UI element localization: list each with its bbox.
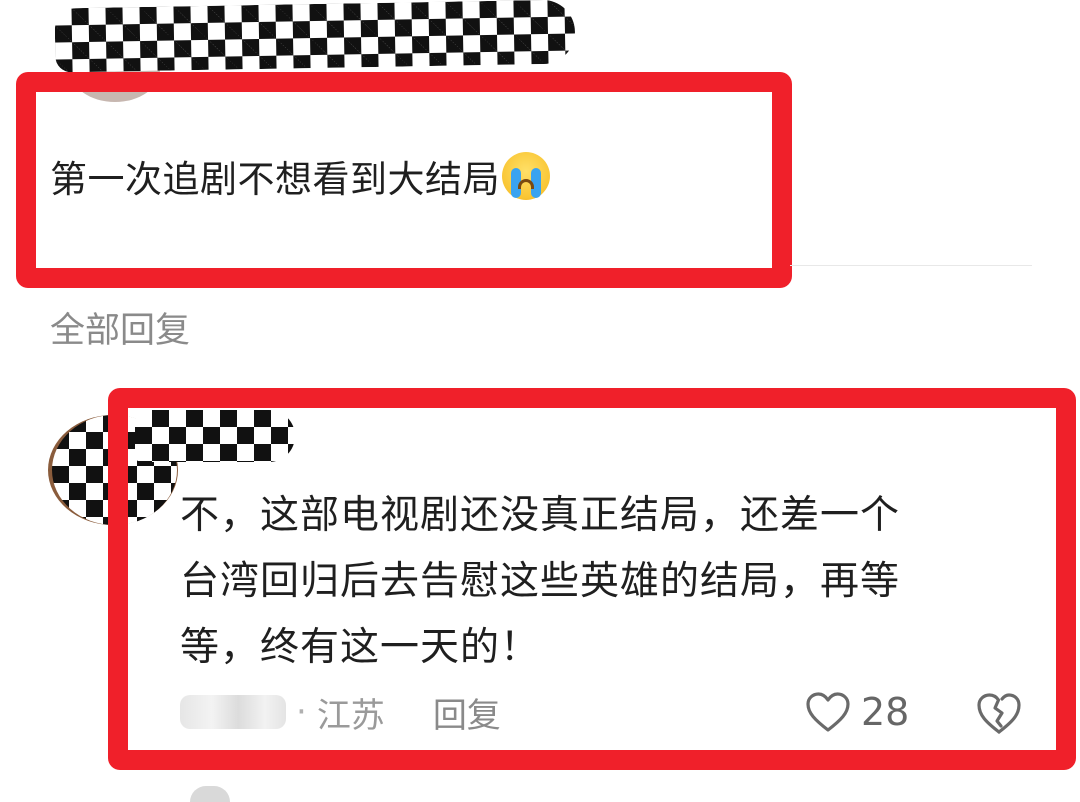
redacted-username-mask bbox=[54, 0, 576, 73]
highlight-box bbox=[108, 388, 1076, 770]
next-comment-avatar[interactable] bbox=[190, 786, 230, 802]
highlight-box bbox=[16, 72, 792, 288]
divider bbox=[790, 265, 1032, 266]
all-replies-heading: 全部回复 bbox=[50, 311, 191, 351]
